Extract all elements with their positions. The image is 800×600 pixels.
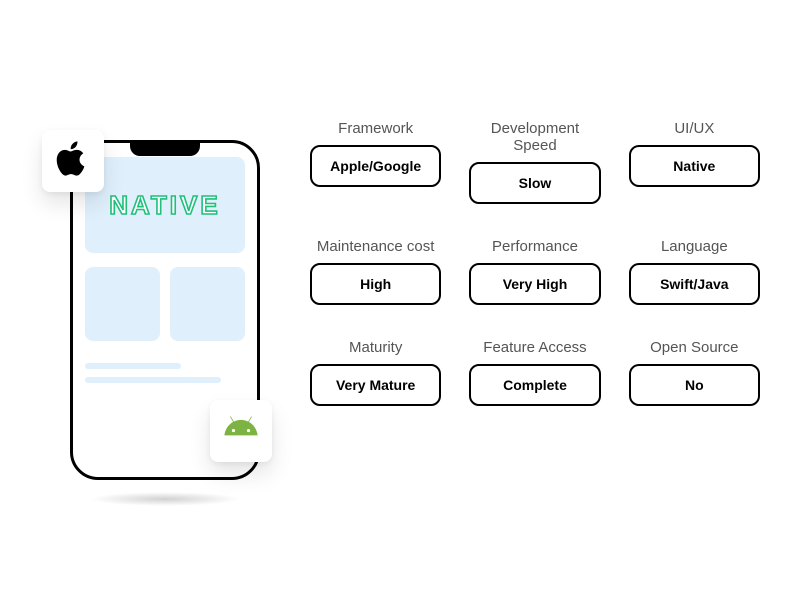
attr-value: Complete bbox=[469, 364, 600, 406]
phone-card bbox=[170, 267, 245, 341]
attributes-grid: Framework Apple/Google Development Speed… bbox=[310, 120, 760, 406]
attr-development-speed: Development Speed Slow bbox=[469, 120, 600, 204]
phone-shadow bbox=[90, 492, 240, 506]
attr-label: Framework bbox=[338, 120, 413, 137]
android-badge bbox=[210, 400, 272, 462]
attr-label: Performance bbox=[492, 238, 578, 255]
attr-label: Language bbox=[661, 238, 728, 255]
phone-hero-text: NATIVE bbox=[109, 190, 220, 221]
diagram-stage: NATIVE bbox=[0, 0, 800, 600]
attr-value: Slow bbox=[469, 162, 600, 204]
attr-maturity: Maturity Very Mature bbox=[310, 339, 441, 406]
attr-framework: Framework Apple/Google bbox=[310, 120, 441, 204]
attr-label: UI/UX bbox=[674, 120, 714, 137]
attr-value: Swift/Java bbox=[629, 263, 760, 305]
phone-text-line bbox=[85, 377, 221, 383]
attr-performance: Performance Very High bbox=[469, 238, 600, 305]
phone-text-line bbox=[85, 363, 181, 369]
attr-value: Very Mature bbox=[310, 364, 441, 406]
attr-value: Apple/Google bbox=[310, 145, 441, 187]
attr-label: Development Speed bbox=[469, 120, 600, 154]
attr-value: Very High bbox=[469, 263, 600, 305]
attr-open-source: Open Source No bbox=[629, 339, 760, 406]
attr-language: Language Swift/Java bbox=[629, 238, 760, 305]
attr-value: No bbox=[629, 364, 760, 406]
attr-maintenance-cost: Maintenance cost High bbox=[310, 238, 441, 305]
phone-notch bbox=[130, 140, 200, 156]
apple-icon bbox=[56, 139, 90, 184]
apple-badge bbox=[42, 130, 104, 192]
attr-label: Open Source bbox=[650, 339, 738, 356]
android-icon bbox=[222, 416, 260, 447]
phone-hero-panel: NATIVE bbox=[85, 157, 245, 253]
phone-text-lines bbox=[85, 363, 245, 383]
attr-ui-ux: UI/UX Native bbox=[629, 120, 760, 204]
attr-label: Feature Access bbox=[483, 339, 586, 356]
phone-card bbox=[85, 267, 160, 341]
attr-value: Native bbox=[629, 145, 760, 187]
attr-label: Maturity bbox=[349, 339, 402, 356]
attr-feature-access: Feature Access Complete bbox=[469, 339, 600, 406]
attr-value: High bbox=[310, 263, 441, 305]
phone-cards-row bbox=[85, 267, 245, 341]
attr-label: Maintenance cost bbox=[317, 238, 435, 255]
